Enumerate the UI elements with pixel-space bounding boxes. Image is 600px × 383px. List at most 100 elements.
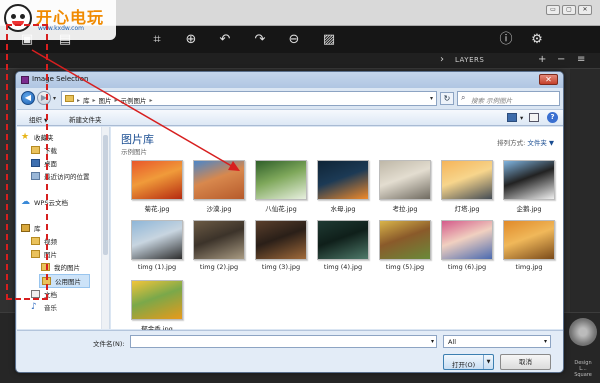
nav-scrollbar[interactable] [101,127,109,329]
zoom-in-icon[interactable]: ⊕ [182,31,200,49]
file-type-select[interactable]: All ▾ [443,335,551,348]
file-thumbnail[interactable]: timg.jpg [501,220,557,278]
file-name: 沙漠.jpg [206,205,232,213]
file-thumbnail[interactable]: 菊花.jpg [129,160,185,218]
file-name: timg (3).jpg [261,263,301,271]
library-title: 图片库 [121,133,154,146]
file-thumbnail[interactable]: timg (4).jpg [315,220,371,278]
breadcrumb-library[interactable]: 库 [83,95,90,105]
view-dropdown-icon[interactable]: ▾ [520,114,523,122]
dialog-footer: 文件名(N): ▾ All ▾ 打开(O) ▼ 取消 [17,330,563,372]
window-controls: ▭ ▢ ✕ [546,5,592,15]
file-name: 菊花.jpg [144,205,170,213]
file-thumbnail[interactable]: timg (2).jpg [191,220,247,278]
library-subtitle: 示例图片 [121,148,147,156]
address-dropdown-icon[interactable]: ▾ [430,95,433,102]
design-thumbnail[interactable] [569,318,597,346]
file-thumbnail[interactable]: timg (6).jpg [439,220,495,278]
info-icon[interactable]: ⓘ [497,31,515,49]
refresh-button[interactable]: ↻ [440,92,454,105]
chevron-right-icon[interactable]: ▸ [150,97,153,104]
remove-layer-button[interactable]: − [557,54,565,65]
settings-icon[interactable]: ⚙ [528,31,546,49]
image-thumbnail-icon [317,220,369,260]
file-thumbnail[interactable]: 八仙花.jpg [253,160,309,218]
file-name: 水母.jpg [330,205,356,213]
image-thumbnail-icon [317,160,369,200]
arrange-by-dropdown[interactable]: 文件夹 ▼ [527,139,554,147]
nav-item-label: 最近访问的位置 [44,173,90,181]
image-thumbnail-icon [255,160,307,200]
nav-item-label: 音乐 [44,304,57,312]
crop-icon[interactable]: ⌗ [148,31,166,49]
file-name: 考拉.jpg [392,205,418,213]
add-layer-button[interactable]: + [538,54,546,65]
nav-item-music[interactable]: ♪ 音乐 [31,302,57,313]
new-folder-button[interactable]: 新建文件夹 [69,114,102,124]
file-name: timg (1).jpg [137,263,177,271]
undo-icon[interactable]: ↶ [216,31,234,49]
layers-label: LAYERS [455,56,485,64]
command-bar: 组织 ▼ 新建文件夹 ▾ ? [17,109,563,126]
image-thumbnail-icon [131,220,183,260]
file-thumbnail[interactable]: timg (1).jpg [129,220,185,278]
breadcrumb-sample-pictures[interactable]: 示例图片 [121,95,147,105]
nav-item-label: 我的图片 [54,264,80,272]
collapse-panel-icon[interactable]: › [440,54,444,65]
filename-field[interactable]: ▾ [130,335,437,348]
file-name: timg (4).jpg [323,263,363,271]
file-name: 企鹅.jpg [516,205,542,213]
image-thumbnail-icon [503,220,555,260]
file-name: timg (2).jpg [199,263,239,271]
folder-icon [65,95,74,102]
image-icon[interactable]: ▨ [320,31,338,49]
filename-dropdown-icon[interactable]: ▾ [431,338,434,345]
arrange-by: 排列方式: 文件夹 ▼ [497,137,554,147]
dialog-close-button[interactable]: ✕ [539,74,558,85]
dialog-title-bar: Image Selection ✕ [16,72,563,88]
design-label: Design L... Square [574,360,592,378]
file-thumbnail[interactable]: 考拉.jpg [377,160,433,218]
search-placeholder: 搜索 示例图片 [471,97,513,105]
file-thumbnail[interactable]: 灯塔.jpg [439,160,495,218]
file-thumbnail[interactable]: 水母.jpg [315,160,371,218]
nav-scrollbar-thumb[interactable] [103,135,108,255]
recent-pages-dropdown-icon[interactable]: ▾ [53,95,56,102]
redo-icon[interactable]: ↷ [251,31,269,49]
search-icon: ⌕ [461,93,466,102]
image-thumbnail-icon [193,220,245,260]
open-options-dropdown-icon[interactable]: ▼ [483,355,493,369]
arrange-label: 排列方式: [497,139,526,147]
zoom-out-icon[interactable]: ⊖ [285,31,303,49]
breadcrumb-pictures[interactable]: 图片 [99,95,112,105]
address-bar[interactable]: ▸ 库 ▸ 图片 ▸ 示例图片 ▸ ▾ [61,91,437,106]
image-thumbnail-icon [255,220,307,260]
cancel-button[interactable]: 取消 [500,354,551,370]
image-thumbnail-icon [441,220,493,260]
open-button-label: 打开(O) [452,361,476,369]
help-icon[interactable]: ? [547,112,558,123]
file-name: timg (5).jpg [385,263,425,271]
layers-menu-button[interactable]: ≡ [577,54,585,65]
close-window-button[interactable]: ✕ [578,5,592,15]
chevron-right-icon[interactable]: ▸ [115,97,118,104]
open-button[interactable]: 打开(O) ▼ [443,354,494,370]
minimize-button[interactable]: ▭ [546,5,560,15]
chevron-right-icon: ▸ [77,96,81,104]
image-thumbnail-icon [131,280,183,320]
chevron-down-icon: ▾ [543,338,547,345]
image-thumbnail-icon [379,220,431,260]
file-thumbnail[interactable]: timg (3).jpg [253,220,309,278]
file-thumbnail[interactable]: timg (5).jpg [377,220,433,278]
change-view-icon[interactable] [507,113,517,122]
file-thumbnail[interactable]: 企鹅.jpg [501,160,557,218]
file-name: 灯塔.jpg [454,205,480,213]
maximize-button[interactable]: ▢ [562,5,576,15]
file-list: 图片库 示例图片 排列方式: 文件夹 ▼ 菊花.jpg 沙漠.jpg 八仙花.jpg… [111,127,563,333]
chevron-right-icon[interactable]: ▸ [93,97,96,104]
search-input[interactable]: ⌕ 搜索 示例图片 [457,91,560,106]
preview-pane-icon[interactable] [529,113,539,122]
file-type-value: All [448,338,457,346]
nav-item-label: 公用图片 [55,278,81,286]
file-thumbnail[interactable]: 沙漠.jpg [191,160,247,218]
